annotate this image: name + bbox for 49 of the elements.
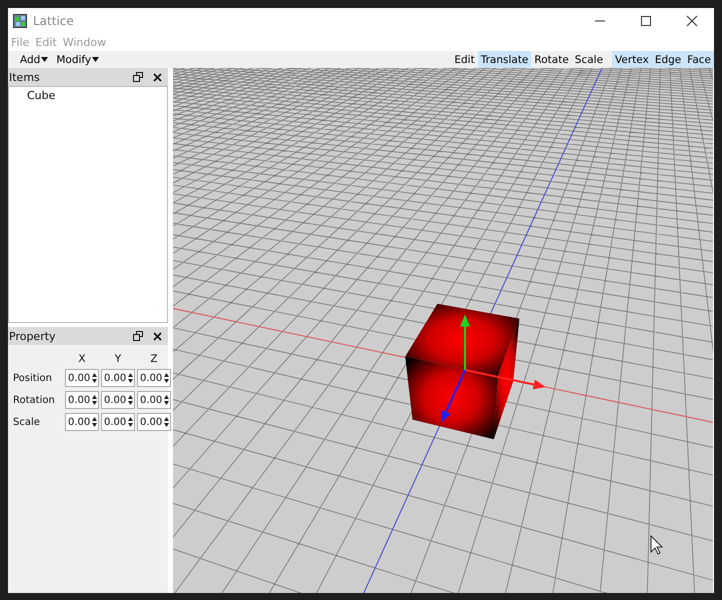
spin-box[interactable]: 0.00	[65, 391, 99, 409]
spin-box[interactable]: 0.00	[137, 369, 171, 387]
dropdown-button[interactable]: Modify	[54, 54, 102, 66]
spin-arrows-icon[interactable]	[164, 416, 169, 428]
spin-arrows-icon[interactable]	[92, 394, 97, 406]
column-header: X	[77, 353, 87, 365]
window-title: Lattice	[33, 14, 74, 28]
spin-arrows-icon[interactable]	[128, 372, 133, 384]
toolbar-button[interactable]: Edit	[451, 51, 478, 68]
spin-arrows-icon[interactable]	[164, 394, 169, 406]
spin-box[interactable]: 0.00	[65, 413, 99, 431]
toolbar-button[interactable]: Vertex	[612, 51, 652, 68]
cursor-icon	[650, 535, 663, 555]
spin-box[interactable]: 0.00	[101, 369, 135, 387]
app-icon	[13, 14, 27, 28]
spin-box[interactable]: 0.00	[101, 391, 135, 409]
list-item[interactable]: Cube	[9, 89, 167, 102]
toolbar-button[interactable]: Edge	[652, 51, 684, 68]
column-header: Y	[114, 353, 122, 365]
spin-arrows-icon[interactable]	[128, 394, 133, 406]
dropdown-button[interactable]: Add	[18, 54, 50, 66]
gizmo-arrow[interactable]	[464, 369, 546, 390]
spin-arrows-icon[interactable]	[92, 372, 97, 384]
float-icon[interactable]	[133, 72, 143, 82]
toolbar-button[interactable]: Scale	[572, 51, 606, 68]
toolbar-button[interactable]: Rotate	[531, 51, 572, 68]
spin-box[interactable]: 0.00	[137, 391, 171, 409]
close-icon[interactable]	[153, 332, 162, 340]
panel-title: Property	[9, 330, 56, 342]
spin-arrows-icon[interactable]	[128, 416, 133, 428]
spin-arrows-icon[interactable]	[164, 372, 169, 384]
row-label: Position	[13, 372, 53, 384]
caret-icon	[41, 57, 48, 62]
spin-box[interactable]: 0.00	[101, 413, 135, 431]
close-icon[interactable]	[686, 14, 698, 26]
spin-box[interactable]: 0.00	[65, 369, 99, 387]
column-header: Z	[149, 353, 159, 365]
caret-icon	[92, 57, 100, 62]
panel-title: Items	[9, 70, 40, 84]
maximize-icon[interactable]	[640, 14, 652, 26]
row-label: Scale	[13, 416, 41, 428]
spin-arrows-icon[interactable]	[92, 416, 97, 428]
close-icon[interactable]	[153, 72, 162, 82]
3d-viewport[interactable]	[173, 68, 713, 593]
float-icon[interactable]	[133, 331, 143, 341]
toolbar-button[interactable]: Translate	[478, 51, 532, 68]
toolbar-button[interactable]: Face	[684, 51, 714, 68]
spin-box[interactable]: 0.00	[137, 413, 171, 431]
row-label: Rotation	[13, 394, 56, 406]
